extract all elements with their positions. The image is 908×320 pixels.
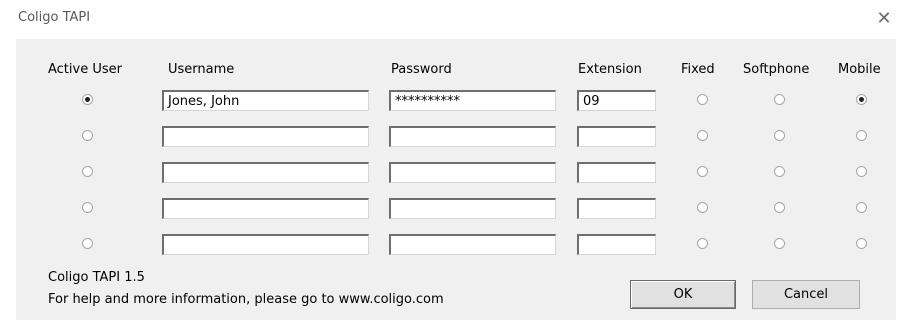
softphone-radio[interactable] bbox=[774, 238, 785, 249]
header-password: Password bbox=[391, 62, 452, 77]
extension-input[interactable] bbox=[577, 126, 656, 147]
close-icon[interactable]: ✕ bbox=[874, 9, 894, 29]
password-input[interactable] bbox=[389, 162, 556, 183]
active-user-radio[interactable] bbox=[82, 238, 93, 249]
fixed-radio[interactable] bbox=[697, 130, 708, 141]
header-username: Username bbox=[168, 62, 235, 77]
help-text: For help and more information, please go… bbox=[48, 292, 444, 307]
fixed-radio[interactable] bbox=[697, 94, 708, 105]
mobile-radio[interactable] bbox=[856, 94, 867, 105]
softphone-radio[interactable] bbox=[774, 166, 785, 177]
fixed-radio[interactable] bbox=[697, 202, 708, 213]
username-input[interactable] bbox=[162, 234, 369, 255]
username-input[interactable] bbox=[162, 162, 369, 183]
username-input[interactable] bbox=[162, 198, 369, 219]
softphone-radio[interactable] bbox=[774, 94, 785, 105]
active-user-radio[interactable] bbox=[82, 94, 93, 105]
password-input[interactable] bbox=[389, 234, 556, 255]
username-input[interactable]: Jones, John bbox=[162, 90, 369, 111]
header-softphone: Softphone bbox=[743, 62, 810, 77]
header-mobile: Mobile bbox=[838, 62, 881, 77]
username-input[interactable] bbox=[162, 126, 369, 147]
header-active-user: Active User bbox=[48, 62, 122, 77]
fixed-radio[interactable] bbox=[697, 166, 708, 177]
ok-button[interactable]: OK bbox=[630, 280, 736, 309]
password-input[interactable] bbox=[389, 198, 556, 219]
extension-input[interactable]: 09 bbox=[577, 90, 656, 111]
active-user-radio[interactable] bbox=[82, 202, 93, 213]
fixed-radio[interactable] bbox=[697, 238, 708, 249]
window-title: Coligo TAPI bbox=[18, 10, 91, 25]
mobile-radio[interactable] bbox=[856, 202, 867, 213]
header-extension: Extension bbox=[578, 62, 642, 77]
active-user-radio[interactable] bbox=[82, 130, 93, 141]
version-label: Coligo TAPI 1.5 bbox=[48, 270, 145, 285]
password-input[interactable] bbox=[389, 126, 556, 147]
extension-input[interactable] bbox=[577, 234, 656, 255]
softphone-radio[interactable] bbox=[774, 202, 785, 213]
mobile-radio[interactable] bbox=[856, 166, 867, 177]
header-fixed: Fixed bbox=[681, 62, 715, 77]
active-user-radio[interactable] bbox=[82, 166, 93, 177]
extension-input[interactable] bbox=[577, 198, 656, 219]
mobile-radio[interactable] bbox=[856, 130, 867, 141]
title-bar: Coligo TAPI ✕ bbox=[0, 0, 908, 38]
softphone-radio[interactable] bbox=[774, 130, 785, 141]
password-input[interactable]: ********** bbox=[389, 90, 556, 111]
cancel-button[interactable]: Cancel bbox=[752, 280, 860, 309]
extension-input[interactable] bbox=[577, 162, 656, 183]
mobile-radio[interactable] bbox=[856, 238, 867, 249]
